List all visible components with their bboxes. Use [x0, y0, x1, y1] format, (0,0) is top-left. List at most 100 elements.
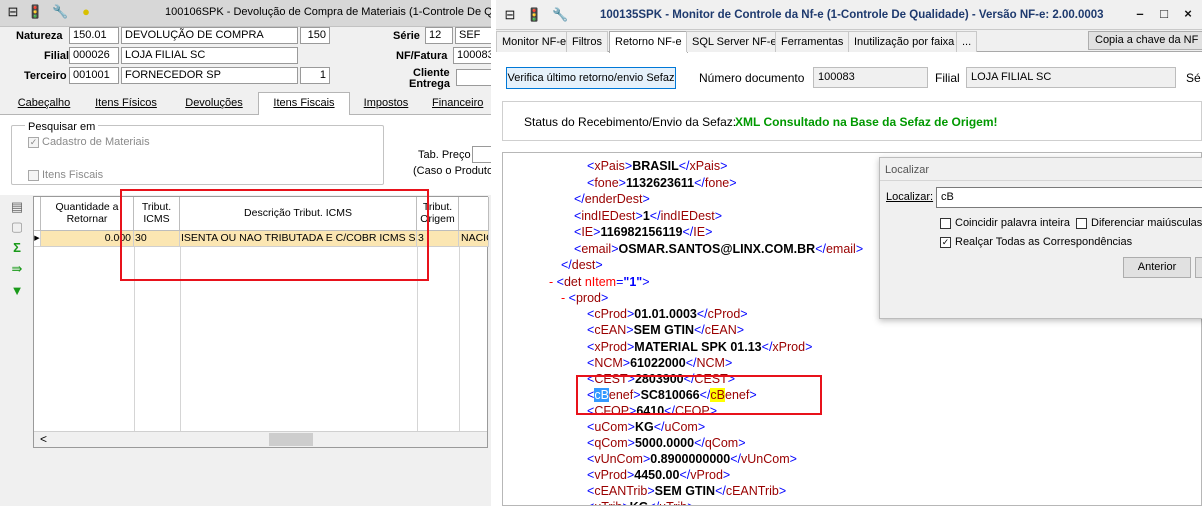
devolucao-window: ⊟ 🚦 🔧 ● 100106SPK - Devolução de Compra …	[0, 0, 491, 506]
tab-devolucoes[interactable]: Devoluções	[172, 93, 256, 115]
tab-ferramentas[interactable]: Ferramentas	[775, 31, 850, 52]
xml-line: <email>OSMAR.SANTOS@LINX.COM.BR</email>	[574, 242, 864, 256]
tab-retorno-nfe[interactable]: Retorno NF-e	[609, 31, 688, 53]
xml-line: <NCM>61022000</NCM>	[587, 356, 733, 370]
xml-line[interactable]: - <det nItem="1">	[549, 274, 650, 290]
itens-fiscais-panel: Pesquisar em ✓ Cadastro de Materiais Ite…	[0, 115, 491, 195]
numero-documento-field[interactable]: 100083	[813, 67, 928, 88]
filial-label: Filial	[935, 71, 960, 85]
next-button[interactable]	[1195, 257, 1202, 278]
wrench-icon[interactable]: 🔧	[52, 4, 68, 20]
devolucao-tabs: Cabeçalho Itens Físicos Devoluções Itens…	[0, 92, 491, 115]
xml-line: <fone>1132623611</fone>	[587, 176, 737, 190]
tab-itens-fisicos[interactable]: Itens Físicos	[86, 93, 166, 115]
itens-fiscais-checkbox[interactable]	[28, 170, 39, 181]
xml-line: <cEAN>SEM GTIN</cEAN>	[587, 323, 745, 337]
traffic-light-icon[interactable]: 🚦	[526, 7, 542, 23]
xml-line: </dest>	[561, 258, 603, 272]
export-icon[interactable]: ⇛	[10, 262, 24, 276]
scroll-left-icon[interactable]: <	[40, 432, 47, 447]
tab-filtros[interactable]: Filtros	[566, 31, 608, 52]
close-button[interactable]: ×	[1178, 5, 1198, 23]
find-dialog: Localizar Localizar: cB Coincidir palavr…	[879, 157, 1202, 319]
tab-inutilizacao[interactable]: Inutilização por faixa	[848, 31, 961, 52]
xml-line: <qCom>5000.0000</qCom>	[587, 436, 746, 450]
filial-field[interactable]: LOJA FILIAL SC	[966, 67, 1176, 88]
cadastro-materiais-checkbox[interactable]: ✓	[28, 137, 39, 148]
window-title: 100106SPK - Devolução de Compra de Mater…	[165, 6, 491, 18]
filial-code-field[interactable]: 000026	[69, 47, 119, 64]
title-bar: ⊟ 🚦 🔧 ● 100106SPK - Devolução de Compra …	[0, 0, 491, 27]
col-divider	[459, 247, 460, 432]
monitor-nfe-window: ⊟ 🚦 🔧 100135SPK - Monitor de Controle da…	[496, 0, 1202, 506]
entrega-label: Entrega	[409, 78, 450, 90]
verify-sefaz-button[interactable]: Verifica último retorno/envio Sefaz	[506, 67, 676, 89]
match-case-label: Diferenciar maiúsculas d	[1091, 217, 1202, 229]
terceiro-num-field[interactable]: 1	[300, 67, 330, 84]
tab-preco-field[interactable]	[472, 146, 491, 163]
xml-line: <uCom>KG</uCom>	[587, 420, 706, 434]
filial-label: Filial	[44, 50, 70, 62]
edit-doc-icon[interactable]: ▤	[10, 200, 24, 214]
menu-icon[interactable]: ⊟	[5, 4, 21, 20]
sum-icon[interactable]: Σ	[10, 241, 24, 255]
header-extra[interactable]	[459, 197, 489, 231]
status-box: Status do Recebimento/Envio da Sefaz: XM…	[502, 101, 1202, 141]
previous-button[interactable]: Anterior	[1123, 257, 1191, 278]
serie-label: Série	[393, 30, 420, 42]
natureza-num-field[interactable]: 150	[300, 27, 330, 44]
tab-monitor-nfe[interactable]: Monitor NF-e	[496, 31, 573, 52]
scroll-thumb[interactable]	[269, 433, 313, 446]
terceiro-code-field[interactable]: 001001	[69, 67, 119, 84]
tab-impostos[interactable]: Impostos	[354, 93, 418, 115]
xml-line: </enderDest>	[574, 192, 650, 206]
cliente-entrega-field[interactable]	[456, 69, 491, 86]
terceiro-label: Terceiro	[24, 70, 67, 82]
minimize-button[interactable]: –	[1130, 5, 1150, 23]
natureza-code-field[interactable]: 150.01	[69, 27, 119, 44]
natureza-label: Natureza	[16, 30, 63, 42]
natureza-desc-field[interactable]: DEVOLUÇÃO DE COMPRA	[121, 27, 298, 44]
row-indicator: ▶	[34, 231, 41, 247]
find-divider	[880, 180, 1202, 181]
itens-fiscais-label: Itens Fiscais	[42, 169, 104, 181]
xml-line[interactable]: - <prod>	[561, 290, 608, 306]
tab-financeiro[interactable]: Financeiro	[432, 93, 491, 115]
traffic-light-icon[interactable]: 🚦	[27, 4, 43, 20]
status-value: XML Consultado na Base da Sefaz de Orige…	[735, 115, 998, 129]
window-title: 100135SPK - Monitor de Controle da Nf-e …	[600, 9, 1104, 21]
status-label: Status do Recebimento/Envio da Sefaz:	[524, 115, 737, 129]
filter-down-icon[interactable]: ▼	[10, 284, 24, 298]
grid-corner	[34, 197, 41, 231]
cell-extra[interactable]: NACIO	[459, 231, 489, 247]
match-case-checkbox[interactable]	[1076, 218, 1087, 229]
annotation-box	[120, 189, 429, 281]
monitor-tabs: Monitor NF-e Filtros Retorno NF-e SQL Se…	[496, 30, 1202, 53]
lightbulb-icon[interactable]: ●	[78, 4, 94, 20]
serie-extra-field[interactable]: SEF	[455, 27, 491, 44]
tab-preco-label: Tab. Preço	[418, 149, 471, 161]
doc-icon[interactable]: ▢	[10, 220, 24, 234]
horizontal-scrollbar[interactable]: <	[34, 431, 487, 447]
xml-line: <IE>116982156119</IE>	[574, 225, 713, 239]
tab-more[interactable]: ...	[956, 31, 978, 52]
tab-cabecalho[interactable]: Cabeçalho	[4, 93, 84, 115]
highlight-all-checkbox[interactable]: ✓	[940, 237, 951, 248]
pesquisar-label: Pesquisar em	[25, 121, 99, 133]
find-input[interactable]: cB	[936, 187, 1202, 208]
filial-desc-field[interactable]: LOJA FILIAL SC	[121, 47, 298, 64]
tab-preco-note: (Caso o Produto	[413, 165, 491, 177]
xml-line: <indIEDest>1</indIEDest>	[574, 209, 723, 223]
nf-field[interactable]: 100083	[453, 47, 491, 64]
terceiro-desc-field[interactable]: FORNECEDOR SP	[121, 67, 298, 84]
tab-itens-fiscais[interactable]: Itens Fiscais	[258, 92, 350, 115]
find-label: Localizar:	[886, 191, 934, 203]
copy-key-button[interactable]: Copia a chave da NF	[1088, 31, 1202, 50]
serie-field[interactable]: 12	[425, 27, 453, 44]
whole-word-checkbox[interactable]	[940, 218, 951, 229]
menu-icon[interactable]: ⊟	[502, 7, 518, 23]
maximize-button[interactable]: □	[1154, 5, 1174, 23]
xml-line: <uTrib>KG</uTrib>	[587, 499, 695, 505]
tab-sql-server-nfe[interactable]: SQL Server NF-e	[686, 31, 783, 52]
wrench-icon[interactable]: 🔧	[552, 7, 568, 23]
